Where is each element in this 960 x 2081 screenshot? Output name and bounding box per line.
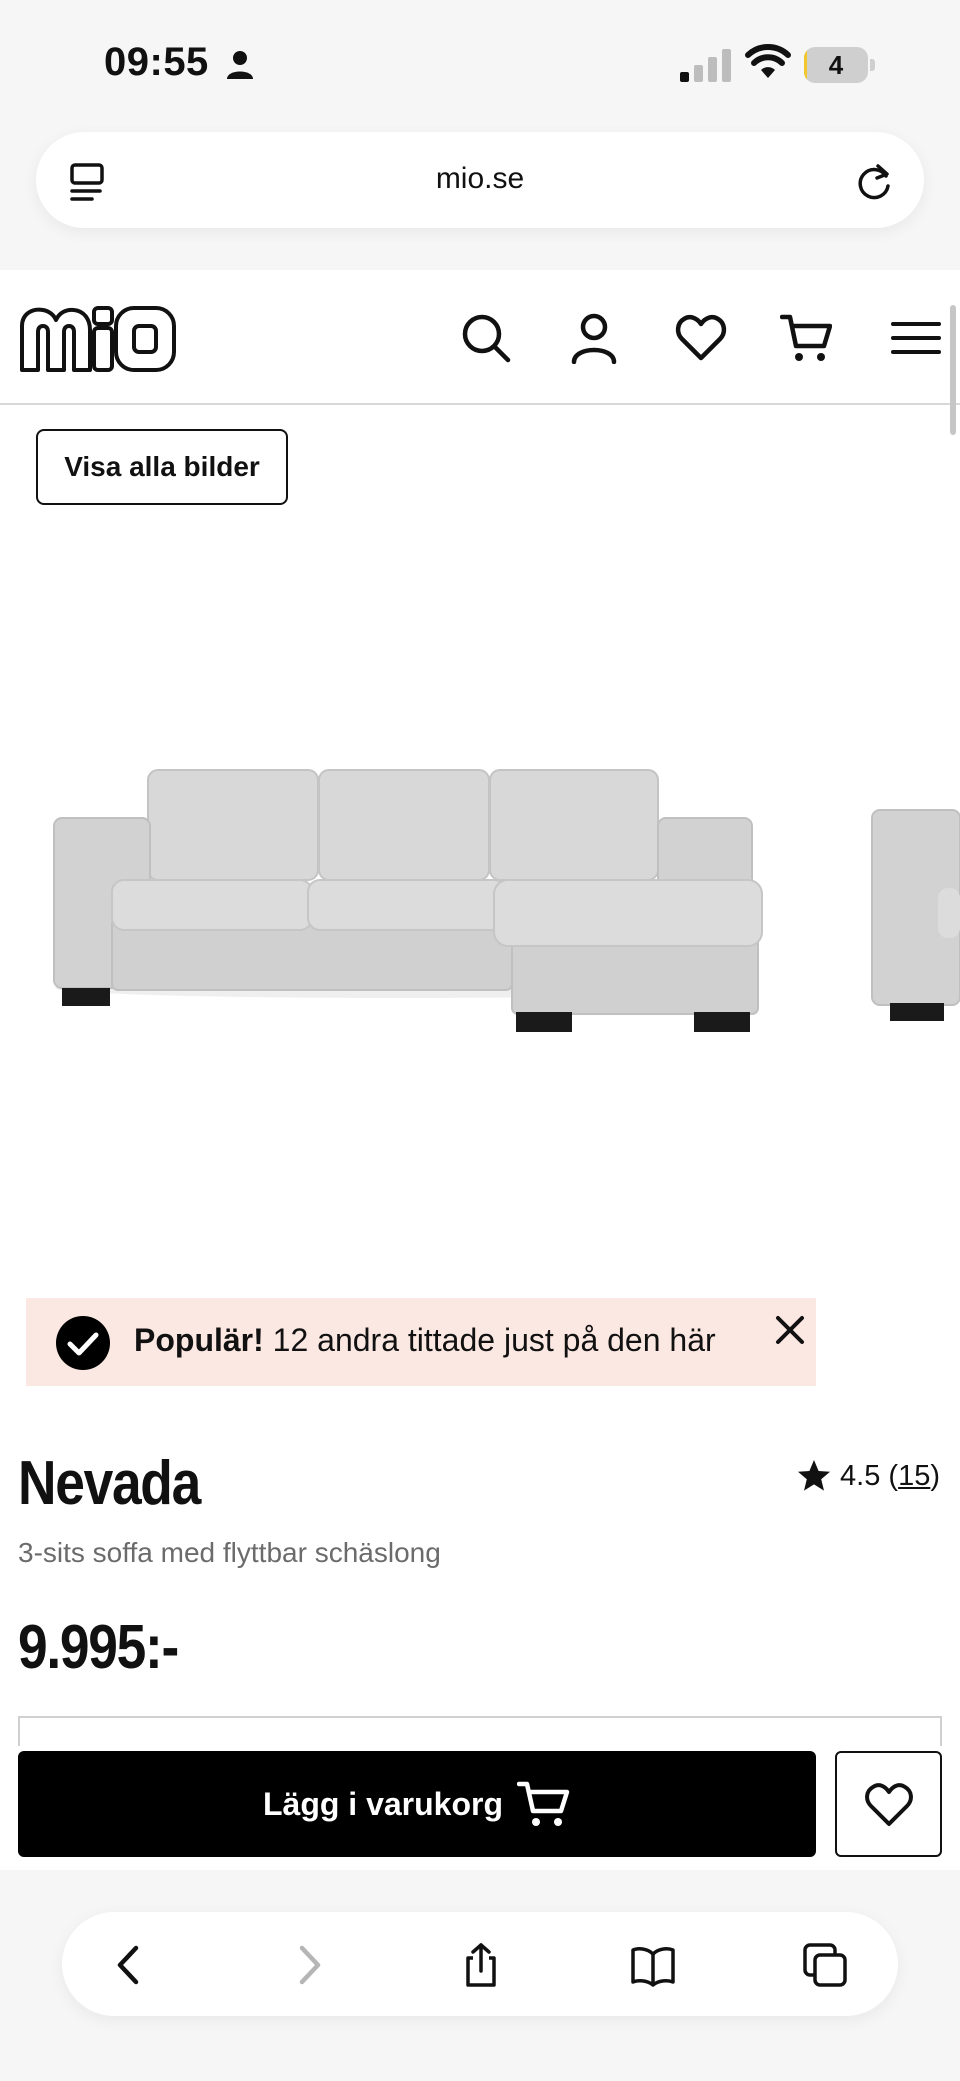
cart-icon[interactable] — [780, 312, 832, 364]
options-box-edge — [18, 1716, 942, 1746]
popular-label: Populär! — [134, 1322, 264, 1358]
cellular-signal-icon — [680, 49, 731, 82]
status-time: 09:55 — [104, 40, 209, 84]
cart-icon — [517, 1781, 570, 1826]
add-to-cart-label: Lägg i varukorg — [262, 1785, 504, 1822]
account-icon[interactable] — [568, 312, 620, 364]
popular-banner: Populär! 12 andra tittade just på den hä… — [26, 1298, 816, 1386]
page-scrollbar[interactable] — [950, 305, 956, 435]
menu-icon[interactable] — [890, 312, 942, 364]
browser-address-area: mio.se — [0, 120, 960, 270]
product-image-sofa[interactable] — [0, 700, 960, 1060]
star-icon — [798, 1460, 831, 1491]
tabs-overview-icon[interactable] — [802, 1942, 848, 1988]
show-all-images-button[interactable]: Visa alla bilder — [36, 429, 288, 505]
heart-icon — [865, 1783, 913, 1826]
battery-level: 4 — [828, 50, 844, 80]
product-rating[interactable]: 4.5 (15) — [796, 1458, 940, 1494]
rating-value: 4.5 — [840, 1459, 881, 1492]
reload-icon[interactable] — [854, 162, 894, 202]
product-subtitle: 3-sits soffa med flyttbar schäslong — [18, 1537, 441, 1568]
review-count-link[interactable]: 15 — [898, 1460, 930, 1493]
share-icon[interactable] — [458, 1942, 504, 1988]
site-header — [0, 270, 960, 405]
battery-indicator: 4 — [804, 47, 875, 83]
bookmarks-icon[interactable] — [630, 1942, 676, 1988]
add-to-wishlist-button[interactable] — [835, 1751, 942, 1857]
back-icon[interactable] — [108, 1942, 154, 1988]
address-bar[interactable]: mio.se — [36, 132, 924, 228]
popular-message: Populär! 12 andra tittade just på den hä… — [134, 1322, 716, 1359]
search-icon[interactable] — [460, 312, 512, 364]
url-text[interactable]: mio.se — [36, 162, 924, 196]
product-title: Nevada — [18, 1449, 201, 1518]
mio-logo[interactable] — [18, 304, 178, 376]
heart-icon[interactable] — [675, 312, 727, 364]
status-bar: 09:55 4 — [0, 0, 960, 120]
product-price: 9.995:- — [18, 1613, 179, 1682]
browser-bottom-area — [0, 1870, 960, 2081]
wifi-icon — [745, 44, 791, 78]
browser-toolbar — [62, 1912, 898, 2016]
popular-detail: 12 andra tittade just på den här — [263, 1322, 716, 1358]
check-circle-icon — [56, 1316, 110, 1370]
person-icon — [227, 51, 253, 79]
close-icon[interactable] — [774, 1314, 806, 1346]
forward-icon[interactable] — [284, 1942, 330, 1988]
add-to-cart-button[interactable]: Lägg i varukorg — [18, 1751, 816, 1857]
